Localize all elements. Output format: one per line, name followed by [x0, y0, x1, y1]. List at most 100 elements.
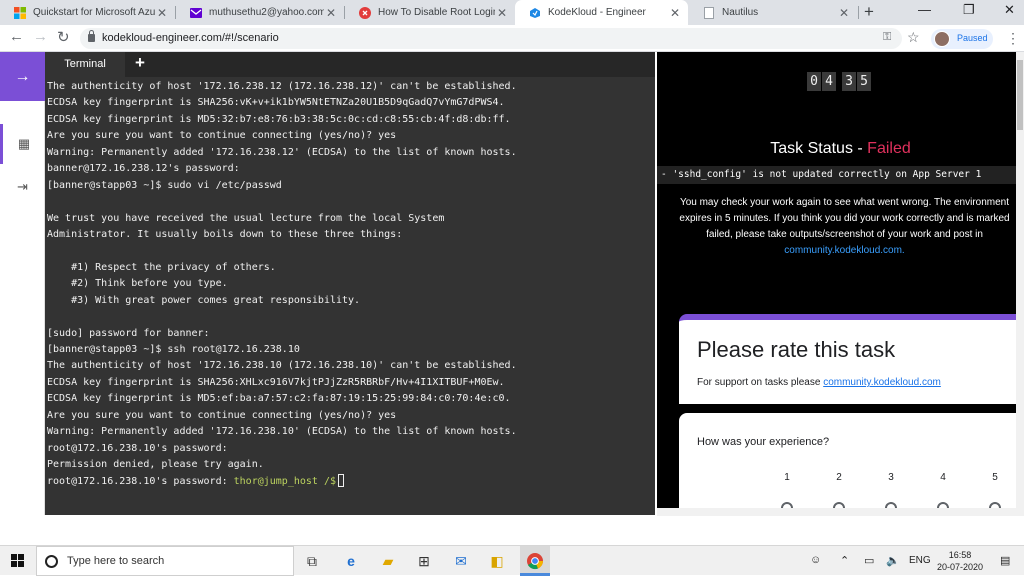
scrollbar-thumb[interactable] — [1017, 60, 1023, 130]
windows-start-icon[interactable] — [11, 554, 25, 568]
profile-button[interactable]: Paused — [931, 29, 993, 49]
terminal-line: Warning: Permanently added '172.16.238.1… — [47, 426, 517, 438]
cortana-icon — [45, 555, 58, 568]
terminal-line: The authenticity of host '172.16.238.12 … — [47, 81, 517, 92]
kodekloud-icon — [530, 7, 540, 18]
url-text[interactable]: kodekloud-engineer.com/#!/scenario — [102, 32, 279, 44]
terminal-line: root@172.16.238.10's password: — [47, 442, 228, 454]
tab-kodekloud-engineer[interactable]: KodeKloud - Engineer ✕ — [515, 0, 688, 25]
kebab-menu-icon[interactable]: ⋮ — [1006, 30, 1020, 47]
tab-azure-quickstart[interactable]: Quickstart for Microsoft Azure ✕ — [0, 0, 175, 25]
close-icon[interactable]: ✕ — [495, 6, 509, 20]
bookmark-star-icon[interactable]: ☆ — [907, 29, 920, 46]
expand-arrow-icon[interactable]: → — [0, 52, 45, 101]
close-icon[interactable]: ✕ — [668, 6, 682, 20]
terminal-line: Permission denied, please try again. — [47, 459, 264, 471]
tab-title: muthusethu2@yahoo.com - Ya — [209, 7, 324, 18]
mail-app-icon[interactable]: ✉ — [451, 551, 471, 571]
terminal-line: ECDSA key fingerprint is SHA256:XHLxc916… — [47, 376, 505, 388]
timer-digit: 3 — [842, 72, 856, 91]
volume-icon[interactable]: 🔈 — [886, 554, 900, 567]
tab-disable-root-logins[interactable]: How To Disable Root Logins O ✕ — [345, 0, 515, 25]
windows-taskbar: Type here to search ⧉ e ▰ ⊞ ✉ ◧ ☺ ⌃ ▭ 🔈 … — [0, 545, 1024, 576]
back-arrow-icon[interactable]: ← — [9, 28, 24, 45]
scale-label: 4 — [940, 472, 946, 483]
panel-scrollbar[interactable] — [1016, 52, 1024, 515]
network-icon[interactable]: ▭ — [864, 554, 874, 567]
experience-card: How was your experience? 1 2 3 4 5 — [679, 413, 1024, 515]
terminal-input-line[interactable]: root@172.16.238.10's password: thor@jump… — [47, 474, 653, 490]
community-link[interactable]: community.kodekloud.com. — [667, 243, 1022, 259]
close-icon[interactable]: ✕ — [155, 6, 169, 20]
task-status-label: Task Status - — [770, 140, 868, 157]
task-info: You may check your work again to see wha… — [667, 195, 1022, 259]
terminal-line: #1) Respect the privacy of others. — [47, 261, 276, 273]
tab-nautilus[interactable]: Nautilus ✕ — [689, 0, 857, 25]
terminal-line: The authenticity of host '172.16.238.10 … — [47, 360, 517, 372]
reload-icon[interactable]: ↻ — [57, 28, 70, 46]
terminal-line: Warning: Permanently added '172.16.238.1… — [47, 146, 517, 158]
terminal-output[interactable]: The authenticity of host '172.16.238.12 … — [47, 79, 653, 490]
language-indicator[interactable]: ENG — [909, 555, 931, 566]
edge-icon[interactable]: e — [341, 551, 361, 571]
terminal-line: [sudo] password for banner: — [47, 327, 210, 339]
task-view-icon[interactable]: ⧉ — [302, 551, 322, 571]
chrome-icon[interactable] — [525, 551, 545, 571]
tab-separator — [858, 6, 859, 19]
file-explorer-icon[interactable]: ▰ — [378, 551, 398, 571]
support-link[interactable]: community.kodekloud.com — [823, 377, 941, 388]
terminal-line: Are you sure you want to continue connec… — [47, 130, 397, 142]
browser-toolbar: ← → ↻ kodekloud-engineer.com/#!/scenario… — [0, 25, 1024, 52]
terminal-line: Administrator. It usually boils down to … — [47, 228, 403, 240]
logout-icon[interactable]: ⇥ — [0, 172, 45, 202]
forward-arrow-icon[interactable]: → — [33, 28, 48, 45]
close-icon[interactable]: ✕ — [324, 6, 338, 20]
tab-yahoo-mail[interactable]: muthusethu2@yahoo.com - Ya ✕ — [176, 0, 344, 25]
terminal-line: root@172.16.238.10's password: — [47, 475, 234, 487]
rating-card: Please rate this task For support on tas… — [679, 314, 1024, 404]
address-bar[interactable]: kodekloud-engineer.com/#!/scenario — [80, 28, 902, 49]
window-close-icon[interactable]: ✕ — [1004, 2, 1015, 18]
tab-title: Quickstart for Microsoft Azure — [33, 7, 155, 18]
timer-digit: 5 — [857, 72, 871, 91]
browser-tab-strip: Quickstart for Microsoft Azure ✕ muthuse… — [0, 0, 1024, 25]
minimize-icon[interactable]: — — [918, 2, 931, 17]
terminal-line: #2) Think before you type. — [47, 278, 228, 290]
notification-icon[interactable]: ▤ — [1000, 554, 1010, 567]
store-icon[interactable]: ⊞ — [414, 551, 434, 571]
close-icon[interactable]: ✕ — [837, 6, 851, 20]
site-icon — [359, 6, 371, 19]
terminal-line: [banner@stapp03 ~]$ ssh root@172.16.238.… — [47, 344, 300, 355]
task-panel: 0435 Task Status - Failed - 'sshd_config… — [657, 52, 1024, 515]
chevron-up-icon[interactable]: ⌃ — [840, 554, 849, 567]
sticky-notes-icon[interactable]: ◧ — [487, 551, 507, 571]
add-terminal-icon[interactable]: + — [135, 53, 145, 73]
system-clock[interactable]: 16:58 20-07-2020 — [935, 549, 985, 573]
terminal-line: ECDSA key fingerprint is MD5:32:b7:e8:76… — [47, 113, 511, 125]
restore-icon[interactable]: ❐ — [963, 2, 975, 18]
shell-prompt: thor@jump_host /$ — [233, 475, 336, 487]
timer-digit: 0 — [807, 72, 821, 91]
scale-label: 3 — [888, 472, 894, 483]
taskbar-search[interactable]: Type here to search — [36, 546, 294, 576]
dashboard-icon[interactable]: ▦ — [0, 124, 45, 164]
mail-icon — [190, 7, 202, 18]
search-placeholder: Type here to search — [67, 555, 165, 567]
new-tab-button[interactable]: + — [864, 2, 874, 22]
support-text: For support on tasks please — [697, 377, 824, 388]
terminal-line: banner@172.16.238.12's password: — [47, 163, 240, 175]
terminal-tab[interactable]: Terminal — [45, 52, 125, 77]
horizontal-scrollbar[interactable] — [657, 508, 1024, 516]
rating-title: Please rate this task — [697, 337, 896, 362]
key-icon[interactable]: ⚿ — [883, 31, 891, 44]
countdown-timer: 0435 — [807, 72, 872, 92]
scale-label: 1 — [784, 472, 790, 483]
terminal-tab-bar: Terminal + — [45, 52, 655, 77]
people-icon[interactable]: ☺ — [810, 554, 821, 566]
tab-title: Nautilus — [722, 7, 759, 18]
terminal-pane[interactable]: Terminal + The authenticity of host '172… — [45, 52, 655, 515]
rating-support: For support on tasks please community.ko… — [697, 377, 941, 388]
